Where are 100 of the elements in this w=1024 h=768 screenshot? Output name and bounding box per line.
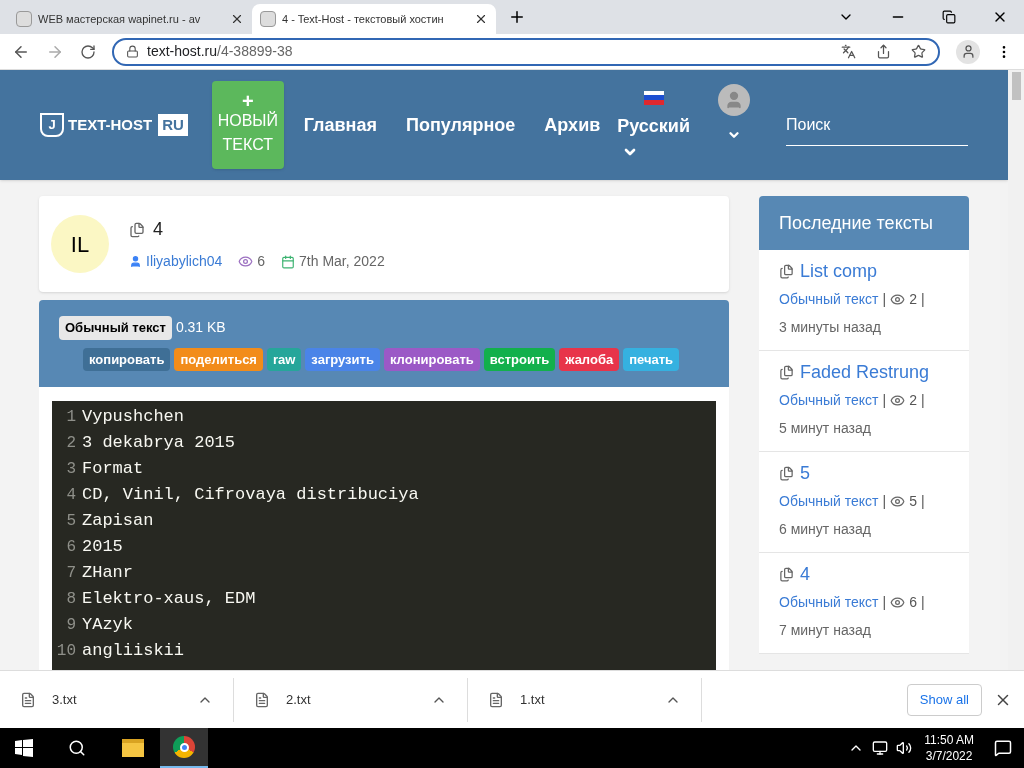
document-icon bbox=[129, 221, 145, 238]
code-line: Format bbox=[82, 458, 144, 481]
separator: | bbox=[882, 593, 887, 612]
author-link[interactable]: Iliyabylich04 bbox=[146, 251, 223, 272]
document-icon bbox=[779, 263, 794, 279]
view-count: 5 bbox=[909, 492, 917, 511]
syntax-link[interactable]: Обычный текст bbox=[779, 390, 879, 411]
line-number: 2 bbox=[65, 433, 77, 454]
new-tab-icon[interactable] bbox=[508, 8, 526, 26]
clock[interactable]: 11:50 AM 3/7/2022 bbox=[924, 732, 974, 764]
site-icon bbox=[16, 11, 32, 27]
line-number: 7 bbox=[65, 563, 77, 584]
action-button[interactable]: загрузить bbox=[305, 347, 380, 371]
volume-icon[interactable] bbox=[896, 740, 913, 756]
line-number: 5 bbox=[65, 511, 77, 532]
code-line: ZHanr bbox=[82, 562, 133, 585]
logo-text[interactable]: TEXT-HOST bbox=[68, 113, 153, 137]
view-count: 6 bbox=[909, 593, 917, 612]
line-number: 4 bbox=[65, 485, 77, 506]
line-number: 6 bbox=[65, 537, 77, 558]
download-item[interactable]: 2.txt bbox=[234, 677, 468, 722]
syntax-link[interactable]: Обычный текст bbox=[779, 491, 879, 512]
eye-icon bbox=[890, 595, 906, 610]
code-line: 2015 bbox=[82, 536, 123, 559]
language-dropdown[interactable]: Русский bbox=[617, 112, 690, 140]
paste-title: 4 bbox=[153, 218, 163, 241]
line-number: 8 bbox=[65, 589, 77, 610]
code-line: Vypushchen bbox=[82, 406, 185, 429]
nav-link[interactable]: Архив bbox=[544, 111, 601, 139]
recent-text-link[interactable]: Faded Restrung bbox=[800, 361, 930, 383]
user-icon bbox=[129, 255, 142, 268]
address-field[interactable]: text-host.ru/4-38899-38 bbox=[112, 37, 940, 66]
close-icon[interactable] bbox=[474, 12, 488, 26]
windows-start-icon[interactable] bbox=[15, 739, 33, 757]
nav-link[interactable]: Популярное bbox=[405, 111, 516, 139]
file-icon bbox=[254, 691, 270, 708]
code-line: CD, Vinil, Cifrovaya distribuciya bbox=[82, 484, 419, 507]
eye-icon bbox=[890, 292, 906, 307]
eye-icon bbox=[890, 494, 906, 509]
profile-icon[interactable] bbox=[956, 39, 980, 64]
notification-icon[interactable] bbox=[994, 739, 1012, 757]
separator: | bbox=[920, 492, 925, 511]
code-line: YAzyk bbox=[82, 614, 133, 637]
file-icon bbox=[488, 691, 504, 708]
file-icon bbox=[20, 691, 36, 708]
syntax-link[interactable]: Обычный текст bbox=[779, 592, 879, 613]
document-icon bbox=[779, 364, 794, 380]
recent-text-link[interactable]: 4 bbox=[800, 563, 810, 585]
syntax-label: Обычный текст bbox=[59, 316, 172, 340]
calendar-icon bbox=[281, 254, 296, 269]
paste-date: 7th Mar, 2022 bbox=[299, 252, 385, 271]
translate-icon[interactable] bbox=[841, 44, 856, 59]
nav-link[interactable]: Главная bbox=[303, 111, 377, 139]
action-button[interactable]: клонировать bbox=[383, 347, 480, 371]
view-count: 2 bbox=[909, 290, 917, 309]
download-item[interactable]: 3.txt bbox=[0, 677, 234, 722]
action-button[interactable]: поделиться bbox=[174, 347, 263, 371]
file-name: 3.txt bbox=[52, 690, 78, 709]
new-text-button[interactable]: + НОВЫЙ ТЕКСТ bbox=[211, 81, 284, 169]
line-number: 1 bbox=[65, 407, 77, 428]
view-count: 6 bbox=[257, 252, 266, 271]
file-size: 0.31 KB bbox=[175, 318, 226, 338]
action-button[interactable]: печать bbox=[623, 347, 680, 371]
url-text: text-host.ru/4-38899-38 bbox=[147, 42, 294, 61]
network-icon[interactable] bbox=[872, 740, 889, 756]
recent-text-link[interactable]: 5 bbox=[800, 462, 810, 484]
time-ago: 5 минут назад bbox=[779, 419, 872, 438]
line-number: 3 bbox=[65, 459, 77, 480]
action-button[interactable]: жалоба bbox=[559, 347, 620, 371]
share-icon[interactable] bbox=[876, 44, 891, 59]
action-button[interactable]: raw bbox=[266, 347, 302, 371]
russia-flag-icon bbox=[643, 90, 664, 105]
browser-tab[interactable]: 4 - Text-Host - текстовый хостин bbox=[252, 4, 496, 34]
search-icon[interactable] bbox=[68, 739, 86, 757]
browser-taskbar-icon[interactable] bbox=[160, 728, 208, 768]
eye-icon bbox=[890, 393, 906, 408]
recent-text-link[interactable]: List comp bbox=[800, 260, 878, 282]
file-name: 1.txt bbox=[520, 690, 546, 709]
time-ago: 7 минут назад bbox=[779, 621, 872, 640]
logo-mark[interactable]: J bbox=[40, 113, 64, 137]
separator: | bbox=[920, 290, 925, 309]
reload-icon[interactable] bbox=[80, 43, 96, 60]
logo-suffix[interactable]: RU bbox=[158, 113, 188, 137]
show-all-button[interactable]: Show all bbox=[906, 683, 982, 716]
avatar-icon[interactable] bbox=[718, 84, 750, 116]
action-button[interactable]: копировать bbox=[83, 347, 171, 371]
code-line: Elektro-xaus, EDM bbox=[82, 588, 256, 611]
bookmark-icon[interactable] bbox=[911, 44, 926, 59]
tab-title: WEB мастерская wapinet.ru - av bbox=[38, 11, 202, 27]
code-line: angliiskii bbox=[82, 640, 185, 663]
action-button[interactable]: встроить bbox=[483, 347, 556, 371]
restore-icon[interactable] bbox=[942, 10, 956, 24]
search-field[interactable]: Поиск bbox=[786, 104, 968, 146]
time-ago: 6 минут назад bbox=[779, 520, 872, 539]
line-number: 9 bbox=[65, 615, 77, 636]
download-item[interactable]: 1.txt bbox=[468, 677, 702, 722]
document-icon bbox=[779, 465, 794, 481]
syntax-link[interactable]: Обычный текст bbox=[779, 289, 879, 310]
close-icon[interactable] bbox=[230, 12, 244, 26]
code-line: Zapisan bbox=[82, 510, 154, 533]
